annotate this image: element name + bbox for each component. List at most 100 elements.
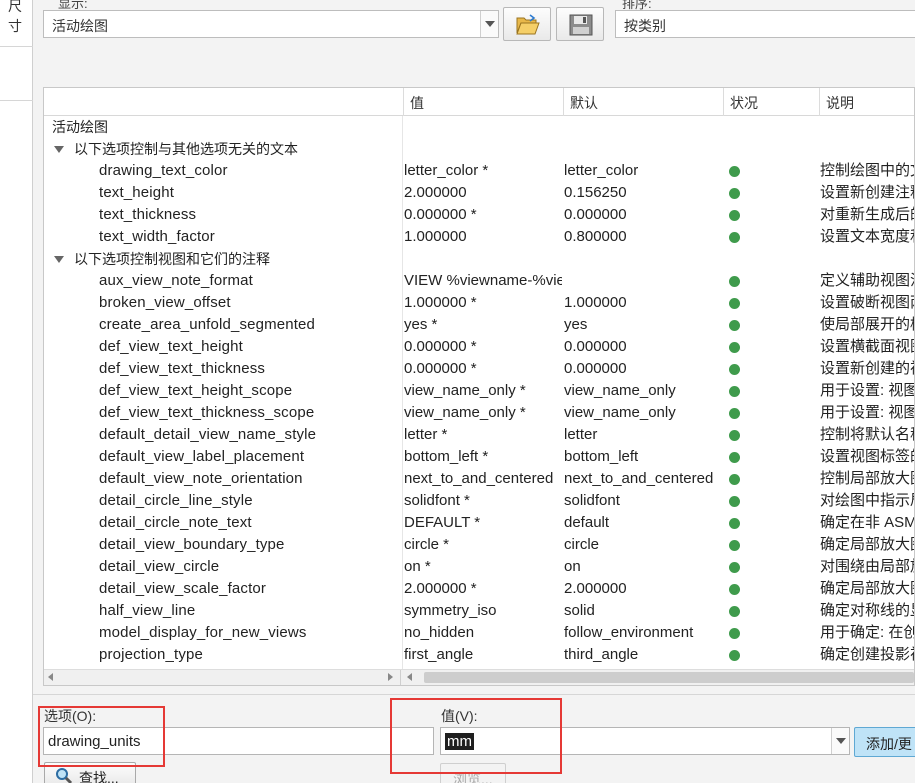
option-name: detail_view_circle: [99, 558, 220, 575]
table-row[interactable]: def_view_text_thickness 0.000000 * 0.00000…: [44, 358, 914, 380]
status-dot-icon: [729, 606, 740, 617]
option-description: 使局部展开的横: [820, 316, 915, 333]
magnifier-icon: [56, 768, 73, 783]
option-default: circle: [564, 536, 600, 553]
option-default: 0.000000: [564, 206, 627, 223]
option-name: drawing_text_color: [99, 162, 228, 179]
add-change-button[interactable]: 添加/更: [854, 727, 915, 757]
scroll-left-icon[interactable]: [407, 673, 412, 681]
table-row[interactable]: default_view_label_placement bottom_left …: [44, 446, 915, 468]
option-value: first_angle: [404, 646, 474, 663]
tree-group-row[interactable]: 以下选项控制视图和它们的注释: [44, 248, 914, 270]
table-row[interactable]: create_area_unfold_segmented yes * yes 使局部展…: [44, 314, 915, 336]
option-value: next_to_and_centered: [404, 470, 554, 487]
option-value: 0.000000 *: [404, 360, 477, 377]
option-description: 控制局部放大图: [820, 470, 915, 487]
option-default: 0.000000: [564, 338, 627, 355]
column-header-name[interactable]: [44, 88, 403, 116]
tree-root-label: 活动绘图: [52, 119, 108, 135]
option-name: create_area_unfold_segmented: [99, 316, 316, 333]
status-cell: [724, 512, 818, 534]
table-row[interactable]: projection_type first_angle third_angle 确定创…: [44, 644, 914, 666]
table-row[interactable]: detail_view_boundary_type circle * circle 确…: [44, 534, 915, 556]
left-divider: [0, 100, 33, 101]
status-dot-icon: [729, 584, 740, 595]
option-description: 定义辅助视图注: [820, 272, 915, 289]
status-cell: [724, 226, 818, 248]
option-description: 设置视图标签的: [820, 448, 915, 465]
option-description: 确定局部放大图: [820, 536, 915, 553]
table-row[interactable]: detail_circle_line_style solidfont * solid…: [44, 490, 914, 512]
show-dropdown[interactable]: 活动绘图: [43, 10, 499, 38]
option-name: text_width_factor: [99, 228, 215, 245]
left-panel-label: 尺寸: [8, 0, 22, 34]
table-row[interactable]: detail_circle_note_text DEFAULT * default 确…: [44, 512, 914, 534]
status-dot-icon: [729, 496, 740, 507]
table-row[interactable]: def_view_text_height_scope view_name_only…: [44, 380, 914, 402]
status-cell: [724, 358, 818, 380]
option-value: letter *: [404, 426, 448, 443]
option-value: 1.000000 *: [404, 294, 477, 311]
status-dot-icon: [729, 210, 740, 221]
column-header-status[interactable]: 状况: [723, 88, 819, 116]
status-dot-icon: [729, 518, 740, 529]
tree-group-label: 以下选项控制视图和它们的注释: [74, 251, 270, 267]
option-description: 确定局部放大图: [820, 580, 915, 597]
chevron-down-icon[interactable]: [831, 728, 849, 754]
table-row[interactable]: detail_view_circle on * on 对围绕由局部放: [44, 556, 914, 578]
option-description: 用于设置: 视图: [820, 404, 915, 421]
add-change-button-label: 添加/更: [866, 736, 912, 752]
table-body: 活动绘图 以下选项控制与其他选项无关的文本 drawing_text_color le…: [44, 116, 915, 666]
table-row[interactable]: drawing_text_color letter_color * letter_c…: [44, 160, 914, 182]
scroll-right-icon[interactable]: [388, 673, 393, 681]
table-row[interactable]: text_width_factor 1.000000 0.800000 设置文本宽度和: [44, 226, 914, 248]
folder-open-icon: [516, 14, 540, 35]
option-name: def_view_text_height_scope: [99, 382, 293, 399]
option-description: 设置新创建注释: [820, 184, 915, 201]
option-name: default_detail_view_name_style: [99, 426, 317, 443]
status-dot-icon: [729, 650, 740, 661]
triangle-down-icon[interactable]: [54, 146, 64, 153]
table-row[interactable]: broken_view_offset 1.000000 * 1.000000 设置破断…: [44, 292, 915, 314]
table-row[interactable]: def_view_text_thickness_scope view_name_o…: [44, 402, 915, 424]
column-header-description[interactable]: 说明: [819, 88, 914, 116]
scroll-left-icon[interactable]: [48, 673, 53, 681]
table-row[interactable]: text_thickness 0.000000 * 0.000000 对重新生成后的: [44, 204, 914, 226]
table-row[interactable]: half_view_line symmetry_iso solid 确定对称线的显: [44, 600, 915, 622]
triangle-down-icon[interactable]: [54, 256, 64, 263]
table-row[interactable]: default_detail_view_name_style letter * le…: [44, 424, 915, 446]
option-value: VIEW %viewname-%viewname: [404, 272, 562, 289]
table-row[interactable]: def_view_text_height 0.000000 * 0.000000 设置…: [44, 336, 914, 358]
tree-group-row[interactable]: 以下选项控制与其他选项无关的文本: [44, 138, 914, 160]
table-row[interactable]: detail_view_scale_factor 2.000000 * 2.0000…: [44, 578, 915, 600]
status-cell: [724, 292, 818, 314]
tree-root-row[interactable]: 活动绘图: [44, 116, 914, 138]
table-row[interactable]: model_display_for_new_views no_hidden foll…: [44, 622, 915, 644]
save-button[interactable]: [556, 7, 604, 41]
option-default: letter_color: [564, 162, 639, 179]
option-description: 设置破断视图两: [820, 294, 915, 311]
option-name: default_view_label_placement: [99, 448, 305, 465]
chevron-down-icon[interactable]: [480, 11, 498, 37]
option-description: 确定对称线的显: [820, 602, 915, 619]
option-description: 控制将默认名称: [820, 426, 915, 443]
status-cell: [724, 182, 818, 204]
horizontal-scrollbar[interactable]: [44, 669, 914, 685]
open-button[interactable]: [503, 7, 551, 41]
option-default: [564, 270, 722, 292]
option-default: 1.000000: [564, 294, 627, 311]
scrollbar-thumb[interactable]: [424, 672, 914, 683]
table-row[interactable]: text_height 2.000000 0.156250 设置新创建注释: [44, 182, 915, 204]
option-name: text_height: [99, 184, 175, 201]
option-default: 0.000000: [564, 360, 627, 377]
column-header-value[interactable]: 值: [403, 88, 563, 116]
status-cell: [724, 204, 818, 226]
option-description: 用于确定: 在创: [820, 624, 915, 641]
table-row[interactable]: default_view_note_orientation next_to_and…: [44, 468, 915, 490]
sort-dropdown[interactable]: 按类别: [615, 10, 915, 38]
status-cell: [724, 622, 818, 644]
option-name: def_view_text_height: [99, 338, 243, 355]
option-name: detail_view_boundary_type: [99, 536, 285, 553]
column-header-default[interactable]: 默认: [563, 88, 723, 116]
table-row[interactable]: aux_view_note_format VIEW %viewname-%view…: [44, 270, 915, 292]
